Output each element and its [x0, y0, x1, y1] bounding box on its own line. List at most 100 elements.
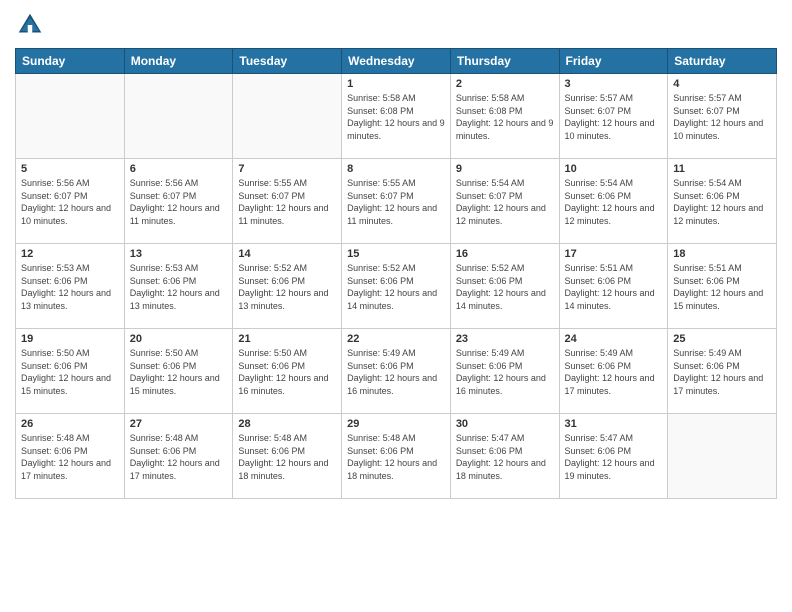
- day-cell: 7 Sunrise: 5:55 AMSunset: 6:07 PMDaylight…: [233, 159, 342, 244]
- day-cell: 19 Sunrise: 5:50 AMSunset: 6:06 PMDayligh…: [16, 329, 125, 414]
- day-cell: 8Sunrise: 5:55 AMSunset: 6:07 PMDaylight…: [342, 159, 451, 244]
- day-cell: 17 Sunrise: 5:51 AMSunset: 6:06 PMDayligh…: [559, 244, 668, 329]
- day-number: 23: [456, 333, 554, 345]
- day-cell: 2Sunrise: 5:58 AMSunset: 6:08 PMDaylight…: [450, 74, 559, 159]
- day-info: Sunrise: 5:58 AMSunset: 6:08 PMDaylight:…: [456, 92, 554, 142]
- weekday-tuesday: Tuesday: [233, 49, 342, 74]
- day-info: Sunrise: 5:52 AMSunset: 6:06 PMDaylight:…: [347, 262, 445, 312]
- day-number: 7: [238, 163, 336, 175]
- day-number: 31: [565, 418, 663, 430]
- week-row-4: 19 Sunrise: 5:50 AMSunset: 6:06 PMDayligh…: [16, 329, 777, 414]
- day-cell: 5 Sunrise: 5:56 AMSunset: 6:07 PMDaylight…: [16, 159, 125, 244]
- week-row-5: 26 Sunrise: 5:48 AMSunset: 6:06 PMDayligh…: [16, 414, 777, 499]
- day-info: Sunrise: 5:50 AMSunset: 6:06 PMDaylight:…: [238, 347, 336, 397]
- weekday-saturday: Saturday: [668, 49, 777, 74]
- page: SundayMondayTuesdayWednesdayThursdayFrid…: [0, 0, 792, 612]
- day-info: Sunrise: 5:48 AMSunset: 6:06 PMDaylight:…: [238, 432, 336, 482]
- day-number: 14: [238, 248, 336, 260]
- week-row-2: 5 Sunrise: 5:56 AMSunset: 6:07 PMDaylight…: [16, 159, 777, 244]
- calendar-header: SundayMondayTuesdayWednesdayThursdayFrid…: [16, 49, 777, 74]
- day-info: Sunrise: 5:47 AMSunset: 6:06 PMDaylight:…: [456, 432, 554, 482]
- day-cell: 12 Sunrise: 5:53 AMSunset: 6:06 PMDayligh…: [16, 244, 125, 329]
- day-info: Sunrise: 5:52 AMSunset: 6:06 PMDaylight:…: [238, 262, 336, 312]
- week-row-3: 12 Sunrise: 5:53 AMSunset: 6:06 PMDayligh…: [16, 244, 777, 329]
- day-number: 5: [21, 163, 119, 175]
- day-info: Sunrise: 5:57 AMSunset: 6:07 PMDaylight:…: [565, 92, 663, 142]
- day-number: 16: [456, 248, 554, 260]
- day-info: Sunrise: 5:56 AMSunset: 6:07 PMDaylight:…: [130, 177, 228, 227]
- day-info: Sunrise: 5:49 AMSunset: 6:06 PMDaylight:…: [456, 347, 554, 397]
- logo: [15, 10, 48, 40]
- day-cell: 13 Sunrise: 5:53 AMSunset: 6:06 PMDayligh…: [124, 244, 233, 329]
- day-info: Sunrise: 5:49 AMSunset: 6:06 PMDaylight:…: [673, 347, 771, 397]
- day-number: 8: [347, 163, 445, 175]
- day-number: 13: [130, 248, 228, 260]
- calendar: SundayMondayTuesdayWednesdayThursdayFrid…: [15, 48, 777, 499]
- day-number: 25: [673, 333, 771, 345]
- day-number: 21: [238, 333, 336, 345]
- day-info: Sunrise: 5:47 AMSunset: 6:06 PMDaylight:…: [565, 432, 663, 482]
- day-info: Sunrise: 5:49 AMSunset: 6:06 PMDaylight:…: [565, 347, 663, 397]
- day-cell: 23 Sunrise: 5:49 AMSunset: 6:06 PMDayligh…: [450, 329, 559, 414]
- day-cell: 22 Sunrise: 5:49 AMSunset: 6:06 PMDayligh…: [342, 329, 451, 414]
- day-info: Sunrise: 5:55 AMSunset: 6:07 PMDaylight:…: [238, 177, 336, 227]
- week-row-1: 1 Sunrise: 5:58 AMSunset: 6:08 PMDaylight…: [16, 74, 777, 159]
- day-number: 20: [130, 333, 228, 345]
- day-cell: 28 Sunrise: 5:48 AMSunset: 6:06 PMDayligh…: [233, 414, 342, 499]
- day-number: 19: [21, 333, 119, 345]
- day-cell: 27Sunrise: 5:48 AMSunset: 6:06 PMDayligh…: [124, 414, 233, 499]
- day-info: Sunrise: 5:54 AMSunset: 6:07 PMDaylight:…: [456, 177, 554, 227]
- day-cell: 26 Sunrise: 5:48 AMSunset: 6:06 PMDayligh…: [16, 414, 125, 499]
- day-number: 24: [565, 333, 663, 345]
- day-cell: 3 Sunrise: 5:57 AMSunset: 6:07 PMDaylight…: [559, 74, 668, 159]
- day-number: 11: [673, 163, 771, 175]
- day-number: 9: [456, 163, 554, 175]
- day-number: 26: [21, 418, 119, 430]
- day-info: Sunrise: 5:54 AMSunset: 6:06 PMDaylight:…: [673, 177, 771, 227]
- day-number: 18: [673, 248, 771, 260]
- day-info: Sunrise: 5:48 AMSunset: 6:06 PMDaylight:…: [347, 432, 445, 482]
- day-info: Sunrise: 5:49 AMSunset: 6:06 PMDaylight:…: [347, 347, 445, 397]
- day-cell: 25 Sunrise: 5:49 AMSunset: 6:06 PMDayligh…: [668, 329, 777, 414]
- day-number: 3: [565, 78, 663, 90]
- day-info: Sunrise: 5:53 AMSunset: 6:06 PMDaylight:…: [130, 262, 228, 312]
- day-cell: [233, 74, 342, 159]
- day-info: Sunrise: 5:56 AMSunset: 6:07 PMDaylight:…: [21, 177, 119, 227]
- day-number: 12: [21, 248, 119, 260]
- day-info: Sunrise: 5:53 AMSunset: 6:06 PMDaylight:…: [21, 262, 119, 312]
- day-info: Sunrise: 5:51 AMSunset: 6:06 PMDaylight:…: [565, 262, 663, 312]
- day-number: 6: [130, 163, 228, 175]
- weekday-sunday: Sunday: [16, 49, 125, 74]
- day-info: Sunrise: 5:58 AMSunset: 6:08 PMDaylight:…: [347, 92, 445, 142]
- day-cell: 1 Sunrise: 5:58 AMSunset: 6:08 PMDaylight…: [342, 74, 451, 159]
- day-number: 1: [347, 78, 445, 90]
- day-info: Sunrise: 5:50 AMSunset: 6:06 PMDaylight:…: [21, 347, 119, 397]
- day-cell: 21 Sunrise: 5:50 AMSunset: 6:06 PMDayligh…: [233, 329, 342, 414]
- day-cell: 30 Sunrise: 5:47 AMSunset: 6:06 PMDayligh…: [450, 414, 559, 499]
- day-info: Sunrise: 5:48 AMSunset: 6:06 PMDaylight:…: [21, 432, 119, 482]
- day-number: 30: [456, 418, 554, 430]
- day-info: Sunrise: 5:50 AMSunset: 6:06 PMDaylight:…: [130, 347, 228, 397]
- day-info: Sunrise: 5:57 AMSunset: 6:07 PMDaylight:…: [673, 92, 771, 142]
- day-cell: 24 Sunrise: 5:49 AMSunset: 6:06 PMDayligh…: [559, 329, 668, 414]
- day-info: Sunrise: 5:54 AMSunset: 6:06 PMDaylight:…: [565, 177, 663, 227]
- weekday-friday: Friday: [559, 49, 668, 74]
- day-info: Sunrise: 5:52 AMSunset: 6:06 PMDaylight:…: [456, 262, 554, 312]
- day-cell: [668, 414, 777, 499]
- day-number: 15: [347, 248, 445, 260]
- day-number: 17: [565, 248, 663, 260]
- weekday-monday: Monday: [124, 49, 233, 74]
- day-info: Sunrise: 5:51 AMSunset: 6:06 PMDaylight:…: [673, 262, 771, 312]
- day-cell: 10Sunrise: 5:54 AMSunset: 6:06 PMDayligh…: [559, 159, 668, 244]
- weekday-wednesday: Wednesday: [342, 49, 451, 74]
- weekday-thursday: Thursday: [450, 49, 559, 74]
- day-cell: 14 Sunrise: 5:52 AMSunset: 6:06 PMDayligh…: [233, 244, 342, 329]
- header: [15, 10, 777, 40]
- day-cell: 15 Sunrise: 5:52 AMSunset: 6:06 PMDayligh…: [342, 244, 451, 329]
- day-cell: 18 Sunrise: 5:51 AMSunset: 6:06 PMDayligh…: [668, 244, 777, 329]
- day-cell: 6 Sunrise: 5:56 AMSunset: 6:07 PMDaylight…: [124, 159, 233, 244]
- day-number: 28: [238, 418, 336, 430]
- day-number: 22: [347, 333, 445, 345]
- day-cell: 31 Sunrise: 5:47 AMSunset: 6:06 PMDayligh…: [559, 414, 668, 499]
- day-cell: [124, 74, 233, 159]
